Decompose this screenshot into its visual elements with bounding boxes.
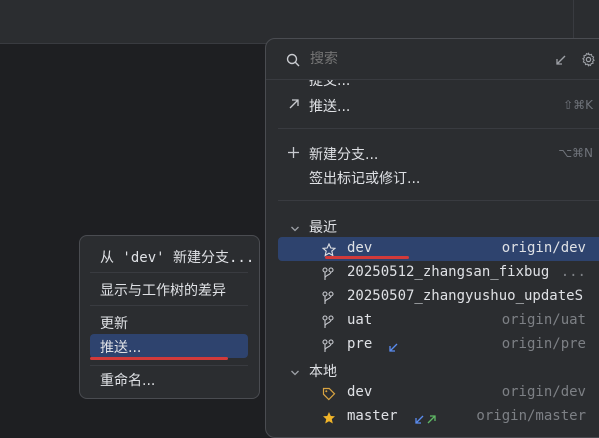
chevron-down-icon [290,219,300,238]
update-label: 更新 [100,316,128,332]
branch-icon [322,290,334,309]
branch-icon [322,266,334,285]
rename-label: 重命名... [100,373,156,389]
annotation-underline [90,357,228,360]
divider [90,272,248,273]
rename-item[interactable]: 重命名... [90,367,248,391]
branch-name: master [347,408,398,424]
checkout-tag-action[interactable]: 签出标记或修订... [266,165,599,189]
branch-remote: origin/dev [501,384,586,400]
collapse-icon[interactable] [554,52,568,71]
tag-icon [322,386,336,405]
branch-row-zhangsan[interactable]: 20250512_zhangsan_fixbug ... [278,261,599,285]
branch-row-uat[interactable]: uat origin/uat [278,309,599,333]
branch-remote: ... [560,264,586,280]
incoming-arrow-icon [414,410,425,429]
branches-popup: 提交... 推送... ⇧⌘K 新建分支... ⌥⌘N 签出标记或修订... 最… [265,38,599,438]
new-branch-shortcut: ⌥⌘N [558,146,593,160]
push-action[interactable]: 推送... ⇧⌘K [266,93,599,117]
new-branch-from-item[interactable]: 从 'dev' 新建分支... [90,244,254,268]
branch-name: 20250507_zhangyushuo_updateS [347,288,584,304]
push-shortcut: ⇧⌘K [563,98,593,112]
branch-context-menu: 从 'dev' 新建分支... 显示与工作树的差异 更新 推送... 重命名..… [79,235,260,399]
branch-name: 20250512_zhangsan_fixbug [347,264,550,280]
branch-row-pre[interactable]: pre origin/pre [278,333,599,357]
show-diff-item[interactable]: 显示与工作树的差异 [90,277,248,301]
branch-icon [322,314,334,333]
recent-header-label: 最近 [309,220,337,236]
new-branch-from-label: 从 'dev' 新建分支... [100,250,255,266]
new-branch-label: 新建分支... [309,147,379,163]
branch-remote: origin/master [476,408,586,424]
branch-name: dev [347,384,373,400]
divider [278,200,599,201]
recent-group-header[interactable]: 最近 [266,214,599,238]
search-bar[interactable] [266,39,599,79]
gear-icon[interactable] [581,52,596,71]
branch-row-zhangyushuo[interactable]: 20250507_zhangyushuo_updateS [278,285,599,309]
divider [90,365,248,366]
branch-remote: origin/uat [501,312,586,328]
local-group-header[interactable]: 本地 [266,358,599,382]
clipped-commit-label: 提交... [309,80,351,88]
local-header-label: 本地 [309,364,337,380]
divider [90,305,248,306]
push-label: 推送... [100,340,142,356]
divider [278,128,599,129]
branch-remote: origin/pre [501,336,586,352]
branch-icon [322,338,334,357]
push-label: 推送... [309,99,351,115]
outgoing-arrow-icon [426,410,437,429]
checkout-tag-label: 签出标记或修订... [309,171,421,187]
branch-row-dev-local[interactable]: dev origin/dev [278,381,599,405]
annotation-underline [325,256,409,259]
new-branch-action[interactable]: 新建分支... ⌥⌘N [266,141,599,165]
branch-name: dev [347,240,373,256]
show-diff-label: 显示与工作树的差异 [100,283,226,299]
push-item[interactable]: 推送... [90,334,248,358]
branch-name: pre [347,336,373,352]
plus-icon [287,146,300,163]
update-item[interactable]: 更新 [90,310,248,334]
search-icon [286,52,300,71]
branch-row-master[interactable]: master origin/master [278,405,599,429]
arrow-up-right-icon [288,98,300,114]
branch-remote: origin/dev [501,240,586,256]
star-filled-icon [322,410,336,429]
incoming-arrow-icon [388,338,399,357]
clipped-commit-item[interactable]: 提交... [309,80,369,88]
search-input[interactable] [310,51,530,67]
branch-name: uat [347,312,373,328]
chevron-down-icon [290,363,300,382]
